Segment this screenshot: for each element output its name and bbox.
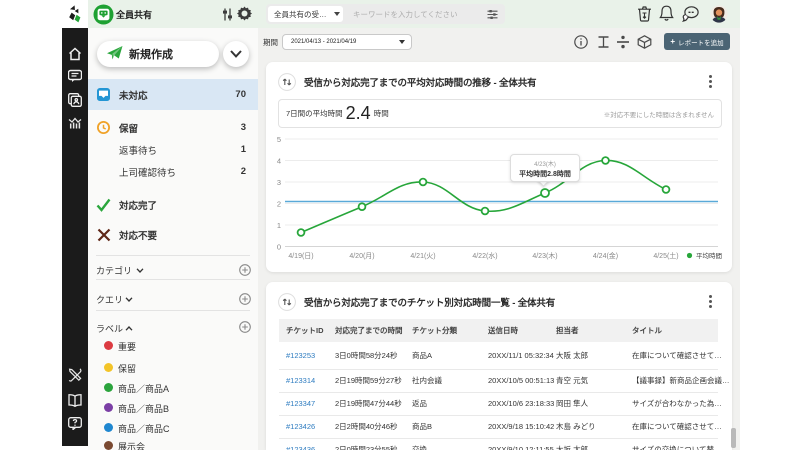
svg-text:1: 1 [277, 221, 281, 230]
svg-text:4/24(金): 4/24(金) [593, 251, 618, 260]
svg-text:4/21(火): 4/21(火) [410, 252, 435, 260]
svg-text:4: 4 [277, 157, 281, 166]
svg-text:4/20(月): 4/20(月) [349, 252, 374, 260]
svg-text:2: 2 [277, 200, 281, 209]
svg-text:5: 5 [277, 135, 281, 144]
svg-text:4/23(木): 4/23(木) [532, 251, 557, 260]
svg-text:4/22(水): 4/22(水) [472, 251, 497, 260]
svg-text:3: 3 [277, 178, 281, 187]
svg-text:4/25(土): 4/25(土) [653, 251, 678, 260]
svg-text:4/19(日): 4/19(日) [288, 252, 313, 260]
svg-text:0: 0 [277, 243, 281, 252]
svg-text:平均時間: 平均時間 [696, 251, 722, 260]
